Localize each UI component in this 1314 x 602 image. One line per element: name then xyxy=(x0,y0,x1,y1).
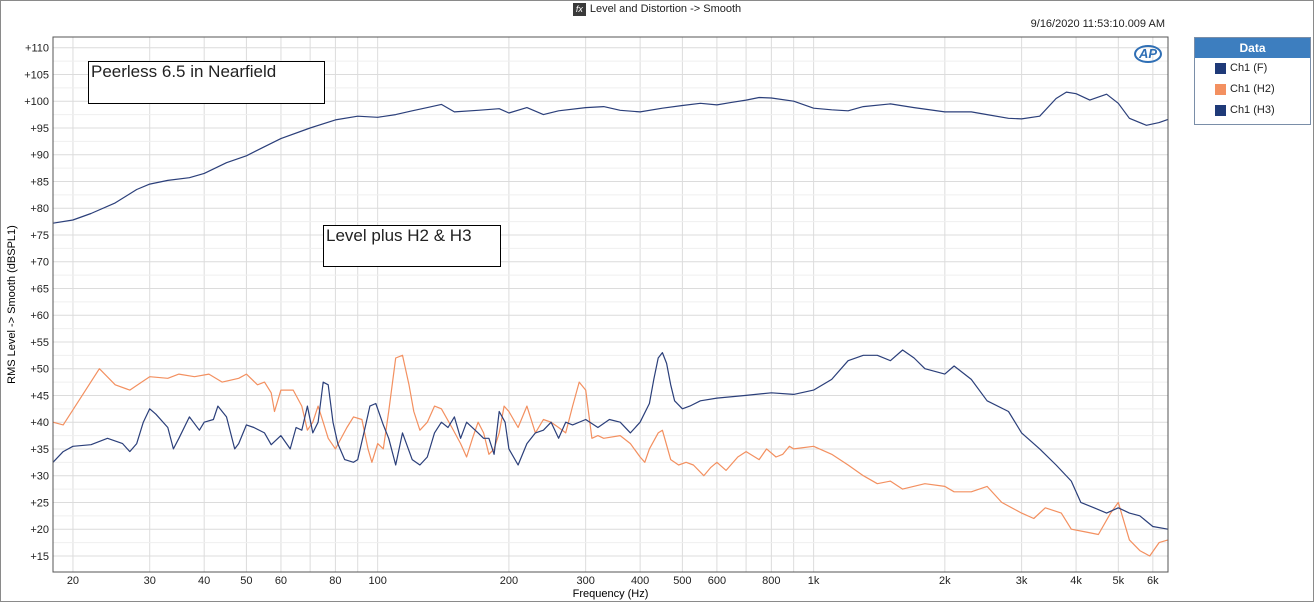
x-tick-label: 2k xyxy=(939,575,951,587)
plot-window: fx Level and Distortion -> Smooth 9/16/20… xyxy=(0,0,1314,602)
y-tick-label: +40 xyxy=(30,417,49,429)
y-tick-label: +15 xyxy=(30,551,49,563)
x-tick-label: 30 xyxy=(144,575,156,587)
x-tick-label: 6k xyxy=(1147,575,1159,587)
y-tick-label: +100 xyxy=(24,96,49,108)
y-tick-label: +75 xyxy=(30,230,49,242)
x-tick-label: 200 xyxy=(500,575,518,587)
y-tick-label: +65 xyxy=(30,283,49,295)
legend-label: Ch1 (H2) xyxy=(1230,83,1275,95)
x-tick-label: 1k xyxy=(808,575,820,587)
y-tick-label: +85 xyxy=(30,176,49,188)
x-tick-label: 60 xyxy=(275,575,287,587)
y-tick-label: +50 xyxy=(30,364,49,376)
y-tick-label: +35 xyxy=(30,444,49,456)
legend-item-ch1-f[interactable]: Ch1 (F) xyxy=(1195,58,1310,79)
legend-item-ch1-h2[interactable]: Ch1 (H2) xyxy=(1195,79,1310,100)
legend-label: Ch1 (H3) xyxy=(1230,104,1275,116)
x-tick-label: 80 xyxy=(329,575,341,587)
y-tick-label: +60 xyxy=(30,310,49,322)
x-tick-label: 4k xyxy=(1070,575,1082,587)
x-tick-label: 400 xyxy=(631,575,649,587)
y-tick-label: +90 xyxy=(30,150,49,162)
y-tick-label: +20 xyxy=(30,524,49,536)
y-tick-label: +45 xyxy=(30,390,49,402)
x-tick-label: 100 xyxy=(368,575,386,587)
y-tick-label: +95 xyxy=(30,123,49,135)
y-tick-label: +55 xyxy=(30,337,49,349)
x-tick-label: 800 xyxy=(762,575,780,587)
series-line-0 xyxy=(52,91,1169,224)
y-axis-label: RMS Level -> Smooth (dBSPL1) xyxy=(6,225,18,384)
x-tick-label: 20 xyxy=(67,575,79,587)
legend-label: Ch1 (F) xyxy=(1230,62,1268,74)
y-tick-label: +70 xyxy=(30,257,49,269)
x-tick-label: 600 xyxy=(708,575,726,587)
annotation-subtitle[interactable]: Level plus H2 & H3 xyxy=(323,225,501,267)
y-tick-label: +80 xyxy=(30,203,49,215)
series-layer xyxy=(52,91,1169,557)
x-tick-label: 40 xyxy=(198,575,210,587)
y-tick-label: +25 xyxy=(30,497,49,509)
x-tick-label: 3k xyxy=(1016,575,1028,587)
x-tick-label: 500 xyxy=(673,575,691,587)
legend-swatch xyxy=(1215,105,1226,116)
x-tick-label: 300 xyxy=(576,575,594,587)
y-tick-label: +105 xyxy=(24,69,49,81)
series-line-1 xyxy=(52,354,1169,557)
legend[interactable]: Data Ch1 (F) Ch1 (H2) Ch1 (H3) xyxy=(1194,37,1311,125)
legend-swatch xyxy=(1215,84,1226,95)
legend-title: Data xyxy=(1195,38,1310,58)
x-axis-label: Frequency (Hz) xyxy=(573,588,649,600)
annotation-title[interactable]: Peerless 6.5 in Nearfield xyxy=(88,61,325,104)
y-tick-label: +30 xyxy=(30,471,49,483)
ap-logo-icon: AP xyxy=(1134,45,1162,63)
legend-item-ch1-h3[interactable]: Ch1 (H3) xyxy=(1195,100,1310,121)
y-tick-label: +110 xyxy=(25,43,49,55)
x-tick-label: 5k xyxy=(1113,575,1125,587)
legend-swatch xyxy=(1215,63,1226,74)
x-tick-label: 50 xyxy=(240,575,252,587)
